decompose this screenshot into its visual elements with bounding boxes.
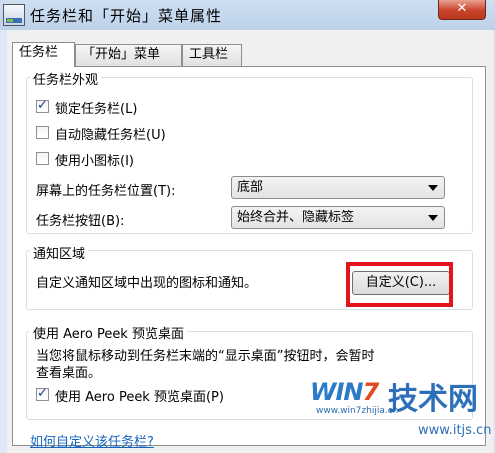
taskbar-location-select[interactable]: 底部 [231,176,445,199]
close-button[interactable]: ✕ [438,0,486,20]
auto-hide-label: 自动隐藏任务栏(U) [55,128,166,143]
aero-peek-checkbox[interactable] [36,386,49,401]
watermark-url: www.itjs.cn [418,423,492,438]
window-title: 任务栏和「开始」菜单属性 [30,7,223,25]
chevron-down-icon [428,185,438,191]
chevron-down-icon [428,215,438,221]
taskbar-appearance-label: 任务栏外观 [30,69,102,88]
taskbar-location-label: 屏幕上的任务栏位置(T): [36,184,176,199]
small-icons-checkbox[interactable] [36,152,49,165]
aero-peek-checkbox-label: 使用 Aero Peek 预览桌面(P) [55,390,224,405]
win7-logo: WIN7 [310,378,379,406]
aero-peek-description-2: 查看桌面。 [36,366,102,381]
small-icons-label: 使用小图标(I) [55,154,134,169]
lock-taskbar-checkbox[interactable] [36,98,49,113]
taskbar-location-value: 底部 [237,180,264,195]
taskbar-settings-icon [3,4,25,26]
notification-area-label: 通知区域 [30,243,89,262]
red-highlight-box [346,262,453,307]
help-link[interactable]: 如何自定义该任务栏? [30,431,154,450]
watermark-title: 技术网 [388,382,478,417]
site-watermark: WIN7 技术网 www.win7zhijia.cn www.itjs.cn [310,378,495,453]
title-bar: 任务栏和「开始」菜单属性 ✕ [0,0,495,30]
watermark-url-small: www.win7zhijia.cn [316,406,399,416]
tab-toolbars[interactable]: 工具栏 [182,44,242,66]
notification-description: 自定义通知区域中出现的图标和通知。 [36,276,258,291]
taskbar-buttons-select[interactable]: 始终合并、隐藏标签 [231,206,445,229]
taskbar-buttons-label: 任务栏按钮(B): [36,214,125,229]
aero-peek-label: 使用 Aero Peek 预览桌面 [30,323,187,342]
lock-taskbar-label: 锁定任务栏(L) [55,102,138,117]
taskbar-buttons-value: 始终合并、隐藏标签 [237,210,355,225]
tab-start-menu[interactable]: 「开始」菜单 [75,44,182,66]
tab-taskbar[interactable]: 任务栏 [12,42,75,67]
auto-hide-checkbox[interactable] [36,126,49,139]
